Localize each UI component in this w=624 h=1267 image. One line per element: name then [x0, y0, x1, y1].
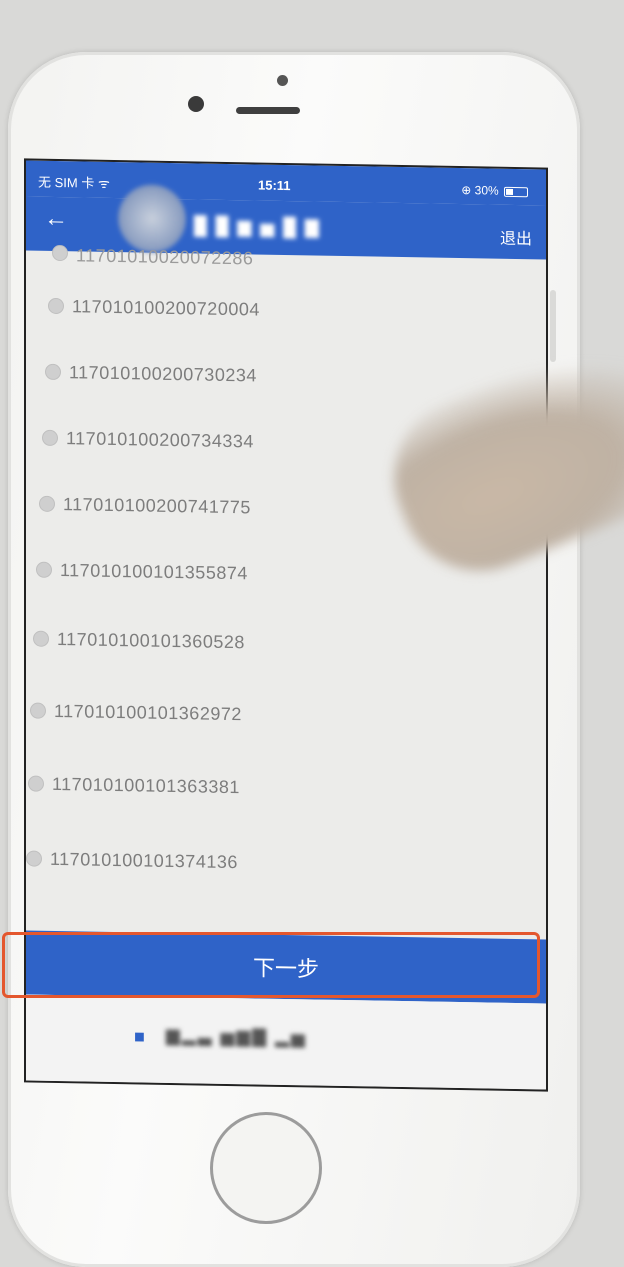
battery-indicator: ⊕ 30% [461, 183, 528, 198]
radio-button[interactable] [26, 850, 42, 867]
proximity-sensor [277, 75, 288, 86]
radio-button[interactable] [45, 363, 61, 381]
earpiece-speaker [236, 107, 300, 114]
radio-button[interactable] [48, 297, 64, 315]
list-item-label: 117010100200734334 [66, 427, 254, 451]
logout-button[interactable]: 退出 [500, 225, 532, 250]
radio-button[interactable] [36, 561, 52, 578]
list-item-label: 117010100101355874 [60, 559, 248, 583]
list-item-label: 117010100101363381 [52, 773, 240, 797]
list-item-label: 117010100101360528 [57, 628, 245, 652]
list-item-label: 117010100101374136 [50, 848, 238, 872]
battery-icon [504, 186, 528, 198]
radio-button[interactable] [33, 630, 49, 647]
arrow-left-icon[interactable]: ← [44, 205, 68, 233]
list-item[interactable]: 117010100101362972 [26, 674, 546, 755]
list-item-label: 117010100101362972 [54, 700, 242, 724]
home-button[interactable] [210, 1112, 322, 1224]
radio-button[interactable] [42, 429, 58, 447]
front-camera [188, 96, 204, 112]
top-bezel [8, 52, 580, 170]
battery-label: ⊕ 30% [461, 183, 499, 198]
avatar [118, 184, 186, 254]
radio-button[interactable] [28, 775, 44, 792]
list-item-label: 117010100200730234 [69, 361, 257, 385]
radio-button[interactable] [52, 244, 68, 262]
list-item[interactable]: 117010100101360528 [26, 602, 546, 683]
list-item-label: 11701010020072286 [76, 245, 254, 269]
list-item-label: 117010100200720004 [72, 295, 260, 320]
list-item[interactable]: 117010100101363381 [26, 746, 546, 829]
footer-text: ▆▂▃ ▅▆▇ ▂▅ [166, 1024, 307, 1048]
status-time: 15:11 [258, 177, 291, 194]
footer-bar: ■ ▆▂▃ ▅▆▇ ▂▅ [26, 994, 546, 1090]
radio-button[interactable] [39, 495, 55, 512]
phone-screen: 无 SIM 卡 ᯤ 15:11 ⊕ 30% ← █ █ ▆ ▅ █ ▇ 退出 1… [26, 160, 546, 1090]
next-step-button[interactable]: 下一步 [26, 930, 546, 1004]
list-item-label: 117010100200741775 [63, 493, 251, 517]
radio-button[interactable] [30, 702, 46, 719]
account-list: 11701010020072286 117010100200720004 117… [26, 244, 546, 905]
side-button[interactable] [550, 290, 556, 362]
page-title: █ █ ▆ ▅ █ ▇ [194, 215, 321, 238]
list-item[interactable]: 117010100200720004 [26, 272, 546, 347]
list-item[interactable]: 117010100101374136 [26, 820, 546, 905]
building-icon: ■ [134, 1026, 145, 1047]
carrier-label: 无 SIM 卡 ᯤ [38, 174, 110, 191]
